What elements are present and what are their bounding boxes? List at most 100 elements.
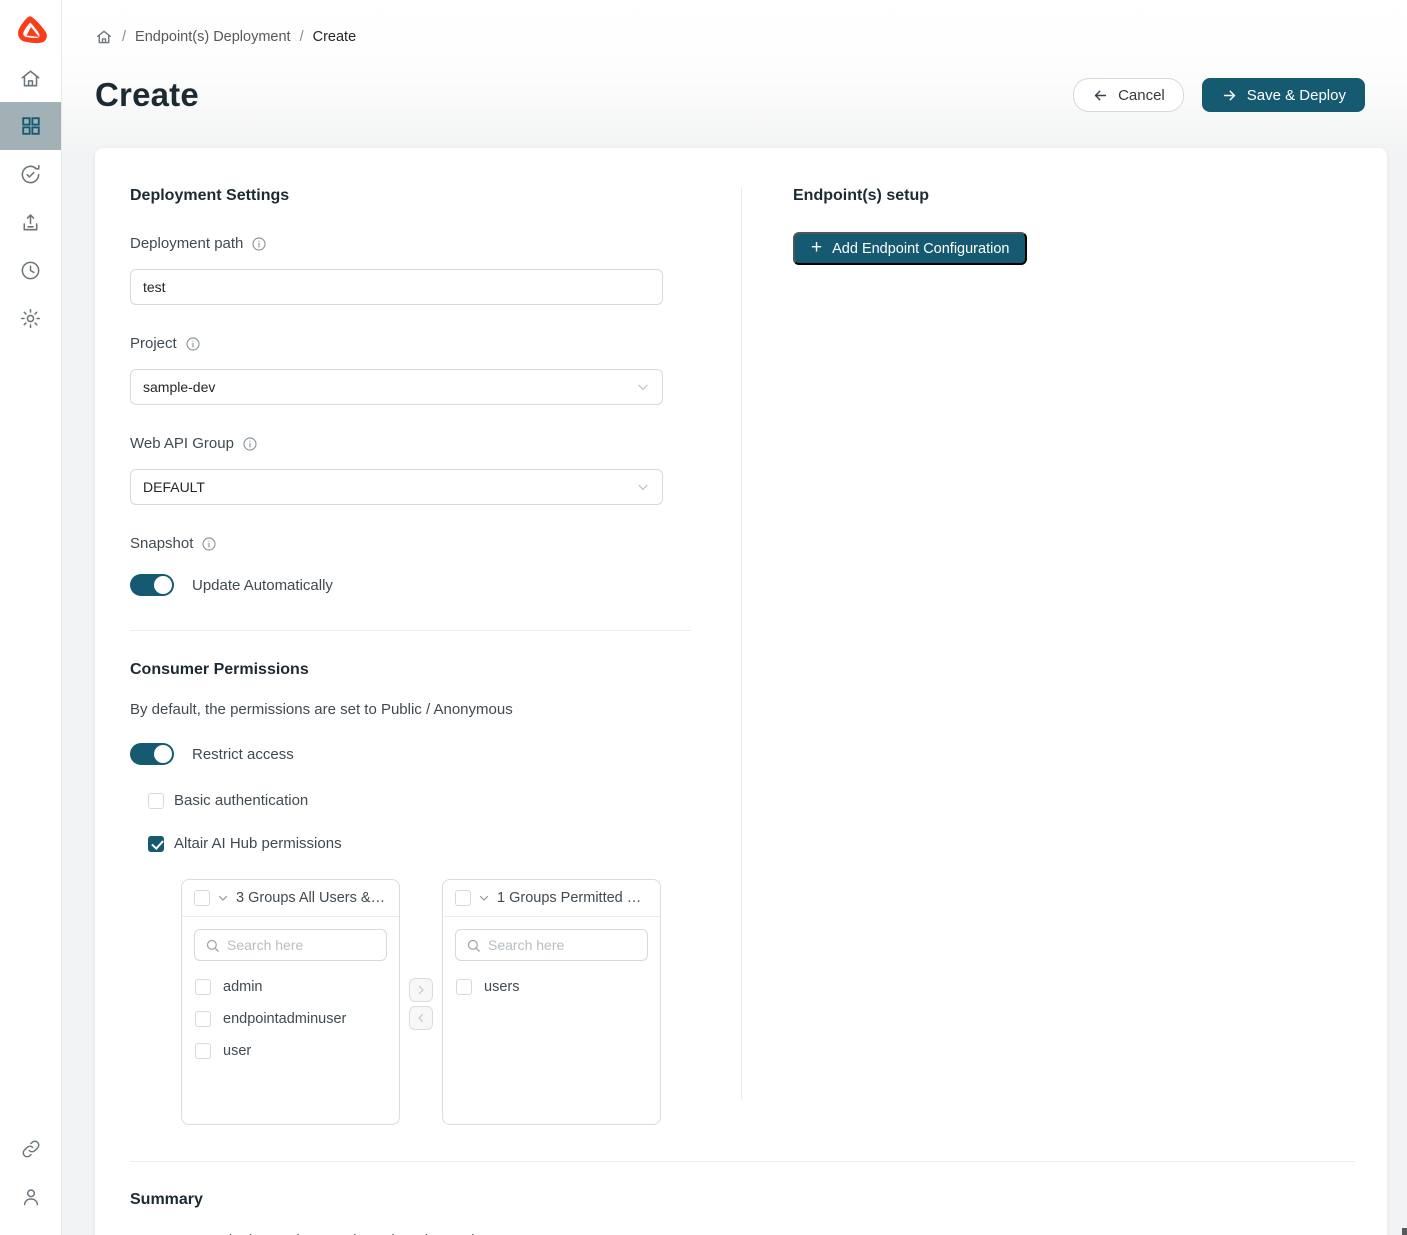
- restrict-access-toggle[interactable]: [130, 743, 174, 765]
- sidebar-nav: [0, 54, 61, 342]
- breadcrumb-separator: /: [122, 29, 126, 45]
- web-api-group-select[interactable]: DEFAULT: [130, 469, 663, 505]
- transfer-list-item[interactable]: admin: [182, 971, 399, 1003]
- deployment-settings-column: Deployment Settings Deployment path Proj…: [130, 187, 691, 1125]
- cancel-button[interactable]: Cancel: [1073, 78, 1184, 112]
- sidebar-item-settings[interactable]: [0, 294, 61, 342]
- info-icon[interactable]: [242, 436, 258, 452]
- header-actions: Cancel Save & Deploy: [1073, 78, 1365, 112]
- update-automatically-label: Update Automatically: [192, 577, 333, 594]
- arrow-right-icon: [1221, 87, 1238, 104]
- transfer-left-header-label: 3 Groups All Users & G...: [236, 890, 387, 906]
- transfer-right-header[interactable]: 1 Groups Permitted Us...: [443, 880, 660, 917]
- project-select-value: sample-dev: [143, 379, 215, 395]
- basic-authentication-checkbox-row[interactable]: Basic authentication: [148, 792, 691, 809]
- sidebar-item-deploy[interactable]: [0, 198, 61, 246]
- breadcrumb-item-deployment[interactable]: Endpoint(s) Deployment: [135, 29, 291, 45]
- select-all-checkbox[interactable]: [455, 890, 471, 906]
- save-deploy-button[interactable]: Save & Deploy: [1202, 78, 1365, 112]
- move-right-button[interactable]: [409, 978, 433, 1002]
- breadcrumb-item-create: Create: [313, 29, 357, 45]
- hub-permissions-label: Altair AI Hub permissions: [174, 835, 342, 852]
- settings-gear-icon: [19, 307, 42, 330]
- link-icon: [20, 1138, 42, 1160]
- deployment-path-label: Deployment path: [130, 235, 243, 252]
- transfer-left-header[interactable]: 3 Groups All Users & G...: [182, 880, 399, 917]
- add-endpoint-configuration-button[interactable]: + Add Endpoint Configuration: [793, 232, 1027, 265]
- chevron-down-icon: [636, 380, 650, 394]
- arrow-left-icon: [1092, 87, 1109, 104]
- project-select[interactable]: sample-dev: [130, 369, 663, 405]
- transfer-list-item[interactable]: user: [182, 1035, 399, 1067]
- item-label: users: [484, 979, 519, 995]
- sidebar-item-deployments[interactable]: [0, 102, 61, 150]
- summary-divider: [130, 1161, 1355, 1162]
- item-checkbox[interactable]: [195, 1011, 211, 1027]
- transfer-left-list: admin endpointadminuser user: [182, 965, 399, 1073]
- item-checkbox[interactable]: [195, 1043, 211, 1059]
- chevron-down-icon: [217, 892, 229, 904]
- web-api-group-label: Web API Group: [130, 435, 234, 452]
- breadcrumb-separator: /: [300, 29, 304, 45]
- sidebar-item-processes[interactable]: [0, 150, 61, 198]
- sidebar-item-history[interactable]: [0, 246, 61, 294]
- sidebar-item-account[interactable]: [0, 1173, 61, 1221]
- apps-grid-icon: [20, 115, 42, 137]
- add-endpoint-configuration-label: Add Endpoint Configuration: [832, 241, 1009, 257]
- item-label: user: [223, 1043, 251, 1059]
- info-icon[interactable]: [251, 236, 267, 252]
- search-icon: [205, 938, 220, 953]
- transfer-list-item[interactable]: endpointadminuser: [182, 1003, 399, 1035]
- transfer-list-item[interactable]: users: [443, 971, 660, 1003]
- main-area: / Endpoint(s) Deployment / Create Create…: [62, 0, 1407, 1235]
- web-api-group-field: Web API Group DEFAULT: [130, 435, 691, 505]
- transfer-right-header-label: 1 Groups Permitted Us...: [497, 890, 648, 906]
- search-icon: [466, 938, 481, 953]
- transfer-right-search[interactable]: [455, 929, 648, 961]
- home-icon: [19, 67, 42, 90]
- project-field: Project sample-dev: [130, 335, 691, 405]
- item-label: endpointadminuser: [223, 1011, 346, 1027]
- item-checkbox[interactable]: [456, 979, 472, 995]
- transfer-panel-permitted-groups: 1 Groups Permitted Us... users: [442, 879, 661, 1125]
- sidebar: [0, 0, 62, 1235]
- hub-permissions-checkbox[interactable]: [148, 836, 164, 852]
- basic-authentication-label: Basic authentication: [174, 792, 308, 809]
- info-icon[interactable]: [185, 336, 201, 352]
- page-header: Create Cancel Save & Deploy: [62, 52, 1407, 114]
- transfer-right-search-input[interactable]: [488, 937, 637, 953]
- info-icon[interactable]: [201, 536, 217, 552]
- transfer-right-list: users: [443, 965, 660, 1009]
- section-divider: [130, 630, 691, 631]
- hub-permissions-checkbox-row[interactable]: Altair AI Hub permissions: [148, 835, 691, 852]
- user-icon: [20, 1186, 42, 1208]
- breadcrumb-home[interactable]: [95, 28, 113, 46]
- item-label: admin: [223, 979, 263, 995]
- transfer-left-search[interactable]: [194, 929, 387, 961]
- basic-authentication-checkbox[interactable]: [148, 793, 164, 809]
- summary-list: Your Endpoint Deployment is assigned to …: [130, 1230, 1351, 1235]
- sidebar-item-home[interactable]: [0, 54, 61, 102]
- move-left-button[interactable]: [409, 1006, 433, 1030]
- project-label: Project: [130, 335, 177, 352]
- plus-icon: +: [811, 238, 822, 257]
- item-checkbox[interactable]: [195, 979, 211, 995]
- deployment-path-field: Deployment path: [130, 235, 691, 305]
- deploy-upload-icon: [19, 211, 42, 234]
- history-clock-icon: [19, 259, 42, 282]
- deployment-path-input[interactable]: [130, 269, 663, 305]
- page-title: Create: [95, 76, 199, 114]
- sidebar-item-links[interactable]: [0, 1125, 61, 1173]
- deployment-settings-heading: Deployment Settings: [130, 187, 691, 205]
- endpoint-setup-column: Endpoint(s) setup + Add Endpoint Configu…: [742, 187, 1351, 1125]
- app-window: / Endpoint(s) Deployment / Create Create…: [0, 0, 1407, 1235]
- altair-logo[interactable]: [0, 0, 61, 54]
- web-api-group-select-value: DEFAULT: [143, 479, 205, 495]
- update-automatically-toggle[interactable]: [130, 574, 174, 596]
- select-all-checkbox[interactable]: [194, 890, 210, 906]
- consumer-permissions-description: By default, the permissions are set to P…: [130, 701, 691, 718]
- transfer-panel-all-groups: 3 Groups All Users & G... admin endpointa…: [181, 879, 400, 1125]
- transfer-left-search-input[interactable]: [227, 937, 376, 953]
- create-form-card: Deployment Settings Deployment path Proj…: [95, 148, 1387, 1235]
- chevron-down-icon: [636, 480, 650, 494]
